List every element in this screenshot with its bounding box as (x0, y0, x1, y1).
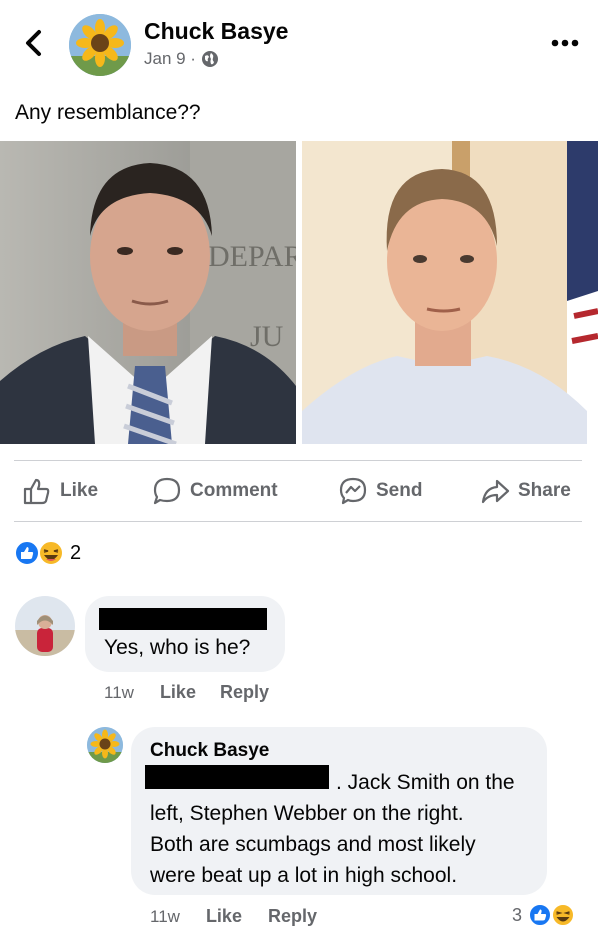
comment-reply-button[interactable]: Reply (220, 682, 269, 703)
commenter-avatar[interactable] (15, 596, 75, 656)
post-author-avatar[interactable] (69, 14, 131, 76)
reply-line-4: were beat up a lot in high school. (150, 864, 458, 887)
reply-author-avatar[interactable] (87, 727, 123, 763)
comment-icon (153, 477, 181, 505)
back-button[interactable] (20, 26, 50, 60)
messenger-icon (339, 477, 367, 505)
reply-time: 11w (150, 907, 180, 926)
post-author-name[interactable]: Chuck Basye (144, 18, 288, 45)
reply-line-1: . Jack Smith on the (336, 771, 515, 794)
man-portrait-photo-right (302, 141, 598, 444)
reaction-count: 2 (70, 541, 82, 564)
post-date[interactable]: Jan 9 · (144, 49, 196, 69)
reply-like-button[interactable]: Like (206, 906, 242, 927)
comment-bubble[interactable]: Yes, who is he? (85, 596, 285, 672)
reply-text: . Jack Smith on the left, Stephen Webber… (150, 767, 545, 891)
send-button[interactable]: Send (338, 476, 422, 506)
reply-author-name[interactable]: Chuck Basye (150, 740, 269, 762)
woman-beach-avatar (15, 596, 75, 656)
reactions-summary[interactable]: 2 (14, 539, 81, 567)
thumbs-up-icon (23, 478, 50, 505)
reply-reactions[interactable]: 3 (512, 902, 578, 928)
chevron-left-icon (26, 30, 41, 56)
reply-reaction-count: 3 (512, 904, 523, 925)
man-portrait-photo-left: DEPAR JU (0, 141, 304, 447)
comment-meta: 11w Like Reply (104, 682, 269, 703)
like-label: Like (60, 480, 99, 501)
reply-line-2: left, Stephen Webber on the right. (150, 802, 464, 825)
comment-button[interactable]: Comment (152, 476, 278, 506)
like-haha-reaction-icons (528, 903, 576, 927)
divider-bottom (14, 521, 582, 522)
sunflower-icon (69, 14, 131, 76)
like-haha-reaction-icons (14, 540, 64, 566)
post-photo-right[interactable] (302, 141, 598, 444)
reply-meta: 11w Like Reply (150, 906, 317, 927)
redacted-name (99, 608, 267, 630)
divider-top (14, 460, 582, 461)
post-text: Any resemblance?? (15, 101, 201, 124)
svg-text:DEPAR: DEPAR (208, 240, 296, 273)
sunflower-icon (87, 727, 123, 763)
more-options-button[interactable] (551, 36, 579, 48)
more-dots-icon (551, 39, 579, 47)
post-photo-left[interactable]: DEPAR JU (0, 141, 304, 447)
share-label: Share (518, 480, 571, 501)
share-arrow-icon (481, 479, 510, 504)
comment-text: Yes, who is he? (104, 636, 251, 659)
comment-label: Comment (190, 480, 278, 501)
comment-like-button[interactable]: Like (160, 682, 196, 703)
reply-reply-button[interactable]: Reply (268, 906, 317, 927)
reply-line-3: Both are scumbags and most likely (150, 833, 476, 856)
globe-icon (201, 51, 218, 67)
post-meta: Jan 9 · (144, 49, 219, 69)
like-button[interactable]: Like (22, 476, 98, 506)
comment-time: 11w (104, 683, 134, 702)
share-button[interactable]: Share (480, 476, 571, 506)
reply-bubble[interactable]: Chuck Basye . Jack Smith on the left, St… (131, 727, 547, 895)
send-label: Send (376, 480, 423, 501)
svg-text:JU: JU (250, 320, 284, 353)
